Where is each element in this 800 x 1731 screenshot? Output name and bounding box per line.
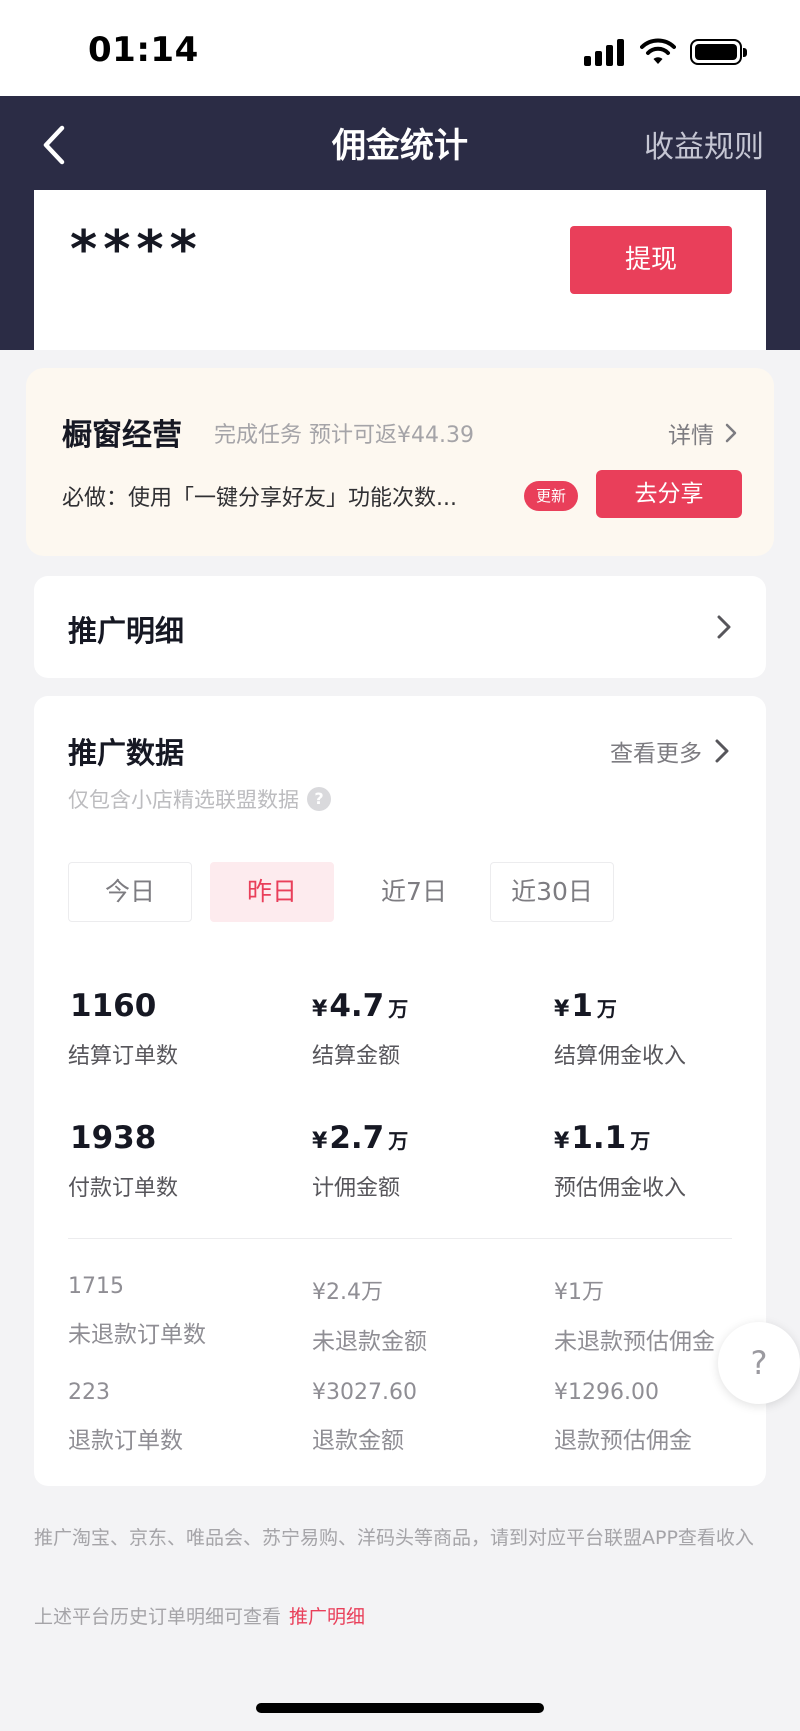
stat-label: 预估佣金收入 [554,1176,687,1201]
update-badge: 更新 [524,481,578,511]
stat-value: ¥1万 [554,1280,604,1305]
view-more-label: 查看更多 [610,741,702,767]
stat-value: ¥1296.00 [554,1380,659,1405]
floating-help-button[interactable]: ? [718,1322,800,1404]
home-indicator [256,1703,544,1713]
balance-value: **** [70,220,203,280]
stat-label: 未退款预估佣金 [554,1329,715,1355]
chevron-right-icon [715,739,729,763]
share-button[interactable]: 去分享 [596,470,742,518]
stat-label: 退款金额 [312,1428,404,1454]
settled-commission-stat: ¥1 万 结算佣金收入 [554,988,687,1069]
view-more-link[interactable]: 查看更多 [610,734,730,768]
task-description: 完成任务 预计可返¥44.39 [214,423,474,448]
settled-amount-stat: ¥4.7 万 结算金额 [312,988,409,1069]
unrefunded-orders-stat: 1715 未退款订单数 [68,1274,206,1349]
stat-value: 1715 [68,1274,124,1299]
paid-orders-stat: 1938 付款订单数 [68,1120,178,1202]
stat-value: 1.1 [571,1120,627,1156]
tab-yesterday[interactable]: 昨日 [210,862,334,922]
wifi-icon [640,38,676,64]
commissionable-amount-stat: ¥2.7 万 计佣金额 [312,1120,409,1201]
refunded-commission-stat: ¥1296.00 退款预估佣金 [554,1380,692,1455]
signal-icon [584,38,626,66]
stat-label: 未退款金额 [312,1329,427,1355]
promo-detail-link[interactable]: 推广明细 [289,1606,365,1628]
chevron-right-icon [717,615,731,639]
stat-value: 4.7 [329,988,385,1024]
data-scope-note: 仅包含小店精选联盟数据 ? [68,784,331,814]
promo-detail-title: 推广明细 [68,614,185,648]
task-title: 橱窗经营 [62,418,182,453]
stat-label: 结算佣金收入 [554,1044,687,1069]
promo-detail-row[interactable]: 推广明细 [34,576,766,678]
stat-value: ¥2.4万 [312,1280,383,1305]
withdraw-button[interactable]: 提现 [570,226,732,294]
battery-icon [690,39,747,65]
divider [68,1238,732,1239]
question-icon[interactable]: ? [307,787,331,811]
status-bar: 01:14 [0,0,800,96]
footer-note: 推广淘宝、京东、唯品会、苏宁易购、洋码头等商品，请到对应平台联盟APP查看收入 [34,1527,754,1549]
stat-value: 223 [68,1380,110,1405]
stat-value: ¥3027.60 [312,1380,417,1405]
estimated-commission-stat: ¥1.1 万 预估佣金收入 [554,1120,687,1201]
stat-value: 1938 [70,1120,157,1156]
stat-label: 结算金额 [312,1044,401,1069]
stat-label: 付款订单数 [68,1176,179,1201]
stat-value: 1 [571,988,593,1024]
chevron-right-icon [725,423,737,443]
stat-label: 计佣金额 [312,1176,401,1201]
earnings-rules-link[interactable]: 收益规则 [644,122,764,166]
stat-value: 1160 [70,988,157,1024]
balance-card: **** 提现 [34,190,766,350]
tab-today[interactable]: 今日 [68,862,192,922]
task-requirement: 必做：使用「一键分享好友」功能次数... [62,486,457,511]
stat-label: 结算订单数 [68,1044,179,1069]
task-card: 橱窗经营 完成任务 预计可返¥44.39 详情 必做：使用「一键分享好友」功能次… [26,368,774,556]
stat-label: 退款预估佣金 [554,1428,692,1454]
status-time: 01:14 [88,30,199,70]
settled-orders-stat: 1160 结算订单数 [68,988,178,1070]
stat-value: 2.7 [329,1120,385,1156]
tab-30-days[interactable]: 近30日 [490,862,614,922]
task-details-link[interactable]: 详情 [668,416,738,450]
stat-label: 退款订单数 [68,1428,183,1454]
unrefunded-amount-stat: ¥2.4万 未退款金额 [312,1274,427,1356]
stat-label: 未退款订单数 [68,1322,206,1348]
task-details-label: 详情 [668,423,714,449]
unrefunded-commission-stat: ¥1万 未退款预估佣金 [554,1274,715,1356]
refunded-amount-stat: ¥3027.60 退款金额 [312,1380,417,1455]
card-notch [300,576,480,590]
promo-data-title: 推广数据 [68,736,185,770]
promo-data-card: 推广数据 查看更多 仅包含小店精选联盟数据 ? 今日 昨日 近7日 近30日 1… [34,696,766,1486]
footer-history-text: 上述平台历史订单明细可查看 [34,1606,282,1628]
footer-history-note: 上述平台历史订单明细可查看 推广明细 [34,1602,365,1629]
refunded-orders-stat: 223 退款订单数 [68,1380,183,1455]
tab-7-days[interactable]: 近7日 [352,862,476,922]
data-scope-text: 仅包含小店精选联盟数据 [68,788,299,812]
